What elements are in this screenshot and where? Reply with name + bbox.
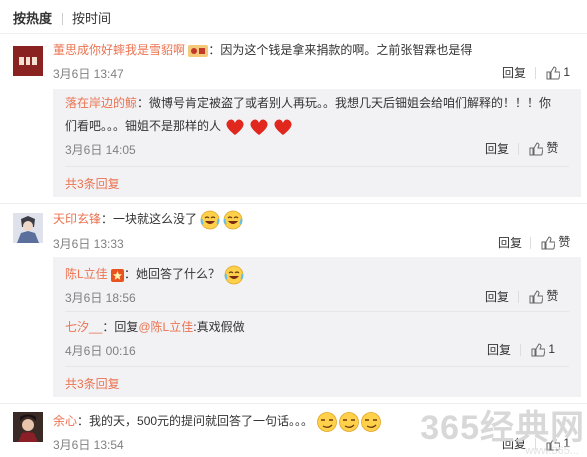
reply-line: 陈L立佳 ：她回答了什么？	[65, 265, 245, 285]
watermark-url: www.365...	[525, 445, 579, 457]
divider	[0, 203, 587, 204]
commenter-name[interactable]: 董思成你好蟀我是雪貂啊	[53, 43, 185, 57]
reply-time: 4月6日 00:16	[65, 344, 136, 358]
reply-line-2: 们看吧。。。钿姐不是那样的人	[65, 117, 294, 137]
star-badge-icon	[111, 268, 125, 282]
reply-time: 3月6日 18:56	[65, 291, 136, 305]
reply-button[interactable]: 回复	[487, 342, 511, 358]
thumbs-up-icon	[546, 66, 560, 80]
reply-line: 落在岸边的鲸：微博号肯定被盗了或者别人再玩。。我想几天后钿姐会给咱们解释的！！！…	[65, 94, 551, 112]
action-divider	[530, 237, 531, 249]
more-replies-link[interactable]: 共3条回复	[65, 175, 120, 192]
action-divider	[535, 67, 536, 79]
replier-name[interactable]: 七汐__	[65, 320, 102, 334]
avatar[interactable]	[13, 213, 43, 243]
like-label: 赞	[546, 141, 559, 155]
reply-button[interactable]: 回复	[502, 65, 526, 81]
action-divider	[518, 143, 519, 155]
reply-text: ：她回答了什么？	[124, 267, 221, 282]
reply-text: ：微博号肯定被盗了或者别人再玩。。我想几天后钿姐会给咱们解释的！！！你	[137, 96, 552, 110]
comment-line: 董思成你好蟀我是雪貂啊 ：因为这个钱是拿来捐款的啊。之前张智霖也是得	[53, 41, 472, 59]
like-button[interactable]: 赞	[529, 288, 558, 304]
thumbs-up-icon	[529, 142, 543, 156]
reply-button[interactable]: 回复	[485, 289, 509, 305]
like-label: 赞	[558, 235, 571, 249]
reply-time: 3月6日 14:05	[65, 143, 136, 157]
like-count: 1	[548, 342, 556, 356]
heart-emoji-icon	[226, 119, 292, 135]
thumbs-up-icon	[531, 343, 545, 357]
sort-by-time-tab[interactable]: 按时间	[72, 8, 111, 30]
action-divider	[520, 344, 521, 356]
sort-divider	[62, 13, 63, 25]
divider	[0, 33, 587, 34]
avatar[interactable]	[13, 46, 43, 76]
reply-button[interactable]: 回复	[485, 141, 509, 157]
replier-name[interactable]: 落在岸边的鲸	[65, 96, 137, 110]
comment-text: ：一块就这么没了	[101, 212, 198, 227]
vip-badge-icon	[188, 44, 209, 57]
sort-by-hot-tab[interactable]: 按热度	[13, 8, 52, 30]
avatar-logo-icon	[13, 46, 43, 76]
like-label: 赞	[546, 289, 559, 303]
like-button[interactable]: 赞	[541, 234, 570, 250]
like-button[interactable]: 赞	[529, 140, 558, 156]
reply-line: 七汐__：回复@陈L立佳:真戏假做	[65, 318, 245, 336]
mention-link[interactable]: @陈L立佳	[138, 320, 193, 334]
reply-text-continued: 们看吧。。。钿姐不是那样的人	[65, 119, 222, 134]
thumbs-up-icon	[529, 290, 543, 304]
comment-line: 天印玄锋：一块就这么没了	[53, 210, 244, 230]
watermark: 365经典网	[420, 409, 585, 447]
comment-time: 3月6日 13:54	[53, 438, 124, 452]
like-count: 1	[563, 65, 571, 79]
laughing-crying-emoji-icon	[224, 265, 244, 285]
laughing-crying-emoji-icon	[200, 210, 243, 230]
comment-time: 3月6日 13:33	[53, 237, 124, 251]
comment-time: 3月6日 13:47	[53, 67, 124, 81]
commenter-name[interactable]: 余心	[53, 414, 77, 428]
reply-divider	[65, 366, 569, 367]
reply-button[interactable]: 回复	[498, 235, 522, 251]
comment-text: ：因为这个钱是拿来捐款的啊。之前张智霖也是得	[208, 43, 473, 57]
replier-name[interactable]: 陈L立佳	[65, 267, 108, 281]
reply-divider	[65, 311, 569, 312]
avatar-character-icon	[13, 213, 43, 243]
avatar-portrait-icon	[13, 412, 43, 442]
action-divider	[518, 291, 519, 303]
comment-line: 余心：我的天，500元的提问就回答了一句话。。。	[53, 411, 382, 433]
comment-text: ：我的天，500元的提问就回答了一句话。。。	[77, 414, 314, 429]
reply-text: ：回复	[102, 320, 139, 334]
thumbs-up-icon	[541, 236, 555, 250]
reply-text-tail: :真戏假做	[193, 320, 245, 334]
like-button[interactable]: 1	[546, 64, 570, 80]
reply-divider	[65, 166, 569, 167]
like-button[interactable]: 1	[531, 341, 555, 357]
avatar[interactable]	[13, 412, 43, 442]
commenter-name[interactable]: 天印玄锋	[53, 212, 101, 226]
smirk-emoji-icon	[317, 412, 382, 432]
more-replies-link[interactable]: 共3条回复	[65, 375, 120, 392]
